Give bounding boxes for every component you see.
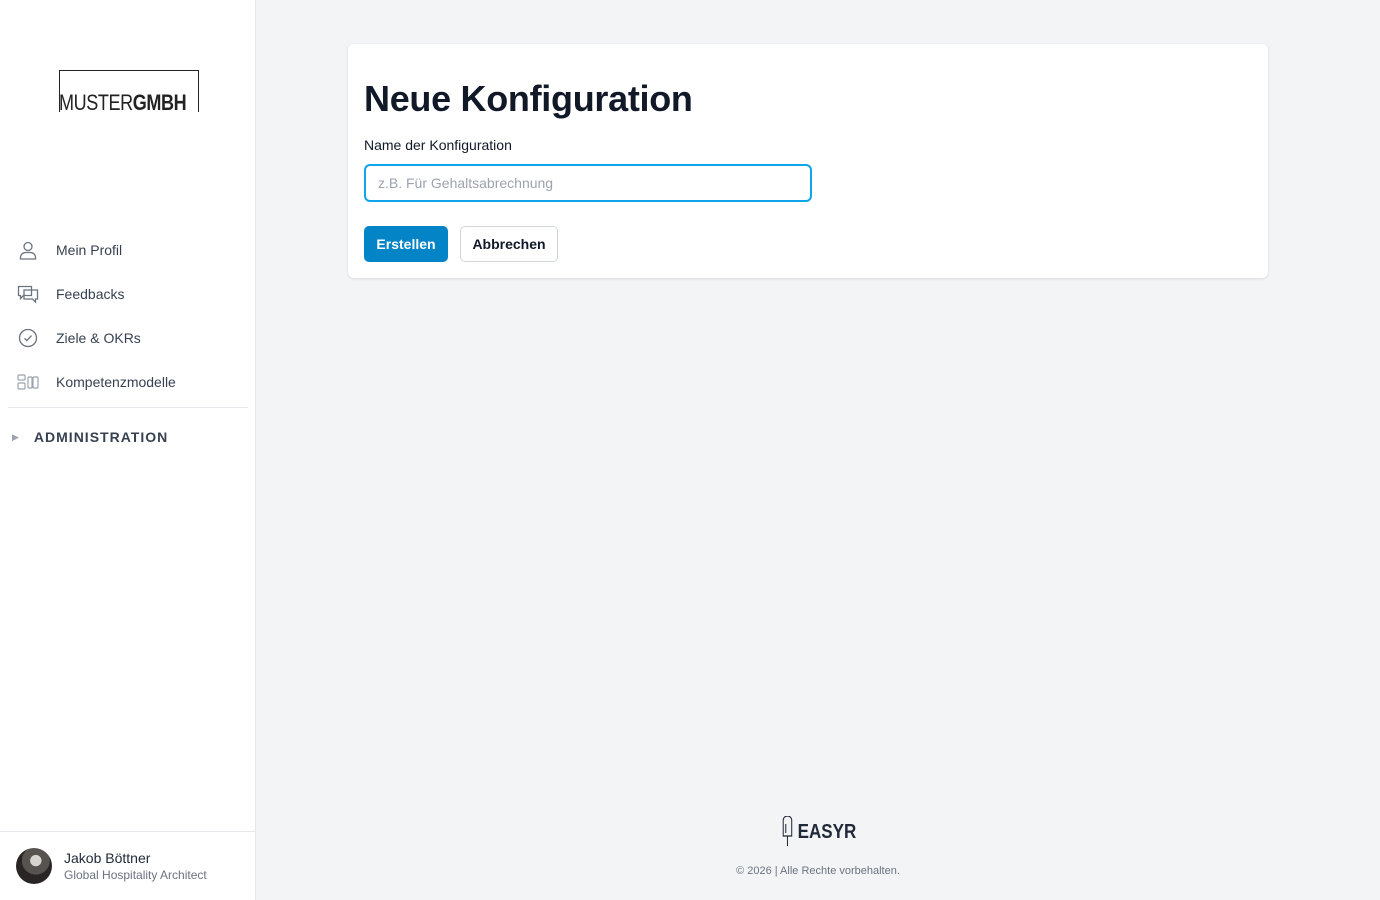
create-button[interactable]: Erstellen: [364, 226, 448, 262]
sidebar-nav: Mein Profil Feedbacks Ziele & OKRs Kompe…: [0, 228, 256, 466]
easyr-logo[interactable]: EASYR: [780, 816, 856, 848]
config-name-input[interactable]: [364, 164, 812, 202]
sidebar-item-label: Mein Profil: [56, 242, 123, 258]
check-circle-icon: [16, 326, 40, 350]
sidebar-item-label: Feedbacks: [56, 286, 125, 302]
easyr-logo-text: EASYR: [797, 820, 856, 843]
sidebar-item-label: Kompetenzmodelle: [56, 374, 176, 390]
user-role: Global Hospitality Architect: [64, 868, 207, 882]
caret-right-icon: ▶: [12, 431, 20, 442]
user-icon: [16, 238, 40, 262]
chat-icon: [16, 282, 40, 306]
footer: EASYR © 2026 | Alle Rechte vorbehalten.: [256, 816, 1380, 877]
avatar: [16, 848, 52, 884]
sidebar-item-mein-profil[interactable]: Mein Profil: [0, 228, 256, 272]
sidebar-section-administration[interactable]: ▶ ADMINISTRATION: [0, 408, 256, 466]
company-logo[interactable]: MUSTERGMBH: [59, 70, 199, 115]
sidebar-item-ziele-okrs[interactable]: Ziele & OKRs: [0, 316, 256, 360]
sidebar-item-kompetenzmodelle[interactable]: Kompetenzmodelle: [0, 360, 256, 404]
sidebar-item-label: Ziele & OKRs: [56, 330, 141, 346]
easyr-logo-icon: [782, 816, 792, 846]
user-profile[interactable]: Jakob Böttner Global Hospitality Archite…: [0, 831, 256, 900]
cancel-button[interactable]: Abbrechen: [460, 226, 558, 262]
admin-label: ADMINISTRATION: [33, 429, 169, 445]
grid-icon: [16, 370, 40, 394]
config-name-label: Name der Konfiguration: [364, 137, 512, 153]
sidebar: MUSTERGMBH Mein Profil Feedbacks Ziele &…: [0, 0, 256, 900]
sidebar-item-feedbacks[interactable]: Feedbacks: [0, 272, 256, 316]
copyright-text: © 2026 | Alle Rechte vorbehalten.: [736, 865, 900, 877]
logo-text: MUSTERGMBH: [59, 90, 187, 115]
new-config-card: Neue Konfiguration Name der Konfiguratio…: [348, 44, 1268, 278]
user-name: Jakob Böttner: [64, 850, 151, 866]
page-title: Neue Konfiguration: [364, 78, 693, 119]
